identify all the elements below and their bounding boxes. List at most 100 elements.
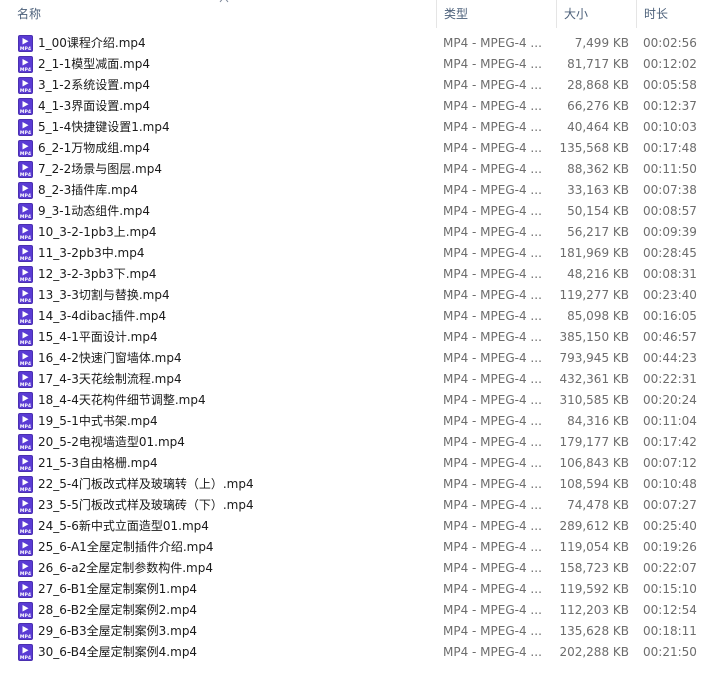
file-row[interactable]: MP4 6_2-1万物成组.mp4 MP4 - MPEG-4 ... 135,568 … [0, 138, 706, 159]
file-row[interactable]: MP4 27_6-B1全屋定制案例1.mp4 MP4 - MPEG-4 ... 119… [0, 579, 706, 600]
column-header-bar: 名称 类型 大小 时长 [0, 0, 706, 28]
file-name: 14_3-4dibac插件.mp4 [38, 309, 167, 323]
file-type: MP4 - MPEG-4 ... [443, 204, 542, 218]
file-name: 16_4-2快速门窗墙体.mp4 [38, 351, 182, 365]
file-row[interactable]: MP4 28_6-B2全屋定制案例2.mp4 MP4 - MPEG-4 ... 112… [0, 600, 706, 621]
svg-text:MP4: MP4 [20, 487, 31, 493]
file-type: MP4 - MPEG-4 ... [443, 225, 542, 239]
file-name: 8_2-3插件库.mp4 [38, 183, 138, 197]
mp4-video-file-icon: MP4 [18, 350, 33, 367]
svg-text:MP4: MP4 [20, 655, 31, 661]
file-duration: 00:25:40 [643, 519, 697, 533]
file-duration: 00:19:26 [643, 540, 697, 554]
file-row[interactable]: MP4 4_1-3界面设置.mp4 MP4 - MPEG-4 ... 66,276 K… [0, 96, 706, 117]
file-name: 9_3-1动态组件.mp4 [38, 204, 150, 218]
file-name: 25_6-A1全屋定制插件介绍.mp4 [38, 540, 214, 554]
svg-text:MP4: MP4 [20, 193, 31, 199]
file-row[interactable]: MP4 23_5-5门板改式样及玻璃砖（下）.mp4 MP4 - MPEG-4 ..… [0, 495, 706, 516]
file-row[interactable]: MP4 1_00课程介绍.mp4 MP4 - MPEG-4 ... 7,499 KB 0… [0, 33, 706, 54]
file-duration: 00:07:12 [643, 456, 697, 470]
svg-text:MP4: MP4 [20, 361, 31, 367]
file-name: 20_5-2电视墙造型01.mp4 [38, 435, 185, 449]
file-row[interactable]: MP4 5_1-4快捷键设置1.mp4 MP4 - MPEG-4 ... 40,464… [0, 117, 706, 138]
file-duration: 00:22:31 [643, 372, 697, 386]
file-row[interactable]: MP4 8_2-3插件库.mp4 MP4 - MPEG-4 ... 33,163 KB… [0, 180, 706, 201]
file-size: 112,203 KB [559, 603, 629, 617]
mp4-video-file-icon: MP4 [18, 98, 33, 115]
file-row[interactable]: MP4 16_4-2快速门窗墙体.mp4 MP4 - MPEG-4 ... 793,9… [0, 348, 706, 369]
file-row[interactable]: MP4 12_3-2-3pb3下.mp4 MP4 - MPEG-4 ... 48,21… [0, 264, 706, 285]
file-type: MP4 - MPEG-4 ... [443, 624, 542, 638]
file-size: 158,723 KB [559, 561, 629, 575]
svg-text:MP4: MP4 [20, 550, 31, 556]
file-name: 30_6-B4全屋定制案例4.mp4 [38, 645, 198, 659]
file-type: MP4 - MPEG-4 ... [443, 120, 542, 134]
file-row[interactable]: MP4 17_4-3天花绘制流程.mp4 MP4 - MPEG-4 ... 432,3… [0, 369, 706, 390]
file-row[interactable]: MP4 9_3-1动态组件.mp4 MP4 - MPEG-4 ... 50,154 K… [0, 201, 706, 222]
mp4-video-file-icon: MP4 [18, 161, 33, 178]
file-name: 27_6-B1全屋定制案例1.mp4 [38, 582, 198, 596]
file-row[interactable]: MP4 26_6-a2全屋定制参数构件.mp4 MP4 - MPEG-4 ... 15… [0, 558, 706, 579]
file-type: MP4 - MPEG-4 ... [443, 456, 542, 470]
mp4-video-file-icon: MP4 [18, 644, 33, 661]
file-duration: 00:09:39 [643, 225, 697, 239]
mp4-video-file-icon: MP4 [18, 581, 33, 598]
file-row[interactable]: MP4 13_3-3切割与替换.mp4 MP4 - MPEG-4 ... 119,27… [0, 285, 706, 306]
file-row[interactable]: MP4 19_5-1中式书架.mp4 MP4 - MPEG-4 ... 84,316 … [0, 411, 706, 432]
mp4-video-file-icon: MP4 [18, 182, 33, 199]
file-type: MP4 - MPEG-4 ... [443, 603, 542, 617]
svg-text:MP4: MP4 [20, 508, 31, 514]
file-name: 21_5-3自由格栅.mp4 [38, 456, 158, 470]
svg-text:MP4: MP4 [20, 256, 31, 262]
file-row[interactable]: MP4 21_5-3自由格栅.mp4 MP4 - MPEG-4 ... 106,843… [0, 453, 706, 474]
file-size: 33,163 KB [567, 183, 629, 197]
file-row[interactable]: MP4 3_1-2系统设置.mp4 MP4 - MPEG-4 ... 28,868 K… [0, 75, 706, 96]
mp4-video-file-icon: MP4 [18, 392, 33, 409]
file-row[interactable]: MP4 10_3-2-1pb3上.mp4 MP4 - MPEG-4 ... 56,21… [0, 222, 706, 243]
svg-text:MP4: MP4 [20, 172, 31, 178]
file-name: 17_4-3天花绘制流程.mp4 [38, 372, 182, 386]
svg-text:MP4: MP4 [20, 46, 31, 52]
file-duration: 00:12:54 [643, 603, 697, 617]
column-header-name[interactable]: 名称 [0, 0, 436, 28]
file-row[interactable]: MP4 30_6-B4全屋定制案例4.mp4 MP4 - MPEG-4 ... 202… [0, 642, 706, 663]
svg-text:MP4: MP4 [20, 571, 31, 577]
file-duration: 00:17:48 [643, 141, 697, 155]
file-duration: 00:11:04 [643, 414, 697, 428]
file-row[interactable]: MP4 11_3-2pb3中.mp4 MP4 - MPEG-4 ... 181,969… [0, 243, 706, 264]
column-header-type[interactable]: 类型 [436, 0, 556, 28]
file-name: 26_6-a2全屋定制参数构件.mp4 [38, 561, 213, 575]
file-row[interactable]: MP4 18_4-4天花构件细节调整.mp4 MP4 - MPEG-4 ... 310… [0, 390, 706, 411]
mp4-video-file-icon: MP4 [18, 308, 33, 325]
file-size: 28,868 KB [567, 78, 629, 92]
file-row[interactable]: MP4 20_5-2电视墙造型01.mp4 MP4 - MPEG-4 ... 179,… [0, 432, 706, 453]
file-size: 181,969 KB [559, 246, 629, 260]
svg-text:MP4: MP4 [20, 151, 31, 157]
file-size: 50,154 KB [567, 204, 629, 218]
mp4-video-file-icon: MP4 [18, 56, 33, 73]
file-row[interactable]: MP4 22_5-4门板改式样及玻璃转（上）.mp4 MP4 - MPEG-4 ..… [0, 474, 706, 495]
file-row[interactable]: MP4 2_1-1模型减面.mp4 MP4 - MPEG-4 ... 81,717 K… [0, 54, 706, 75]
file-row[interactable]: MP4 7_2-2场景与图层.mp4 MP4 - MPEG-4 ... 88,362 … [0, 159, 706, 180]
file-row[interactable]: MP4 25_6-A1全屋定制插件介绍.mp4 MP4 - MPEG-4 ... 11… [0, 537, 706, 558]
mp4-video-file-icon: MP4 [18, 602, 33, 619]
svg-text:MP4: MP4 [20, 424, 31, 430]
file-row[interactable]: MP4 29_6-B3全屋定制案例3.mp4 MP4 - MPEG-4 ... 135… [0, 621, 706, 642]
file-row[interactable]: MP4 15_4-1平面设计.mp4 MP4 - MPEG-4 ... 385,150… [0, 327, 706, 348]
mp4-video-file-icon: MP4 [18, 56, 33, 73]
file-duration: 00:22:07 [643, 561, 697, 575]
file-duration: 00:28:45 [643, 246, 697, 260]
file-size: 81,717 KB [567, 57, 629, 71]
column-header-duration[interactable]: 时长 [636, 0, 706, 28]
mp4-video-file-icon: MP4 [18, 329, 33, 346]
mp4-video-file-icon: MP4 [18, 371, 33, 388]
column-header-size[interactable]: 大小 [556, 0, 636, 28]
file-duration: 00:23:40 [643, 288, 697, 302]
file-name: 23_5-5门板改式样及玻璃砖（下）.mp4 [38, 498, 254, 512]
file-row[interactable]: MP4 14_3-4dibac插件.mp4 MP4 - MPEG-4 ... 85,0… [0, 306, 706, 327]
file-type: MP4 - MPEG-4 ... [443, 141, 542, 155]
svg-text:MP4: MP4 [20, 130, 31, 136]
file-row[interactable]: MP4 24_5-6新中式立面造型01.mp4 MP4 - MPEG-4 ... 28… [0, 516, 706, 537]
file-size: 106,843 KB [559, 456, 629, 470]
svg-text:MP4: MP4 [20, 445, 31, 451]
